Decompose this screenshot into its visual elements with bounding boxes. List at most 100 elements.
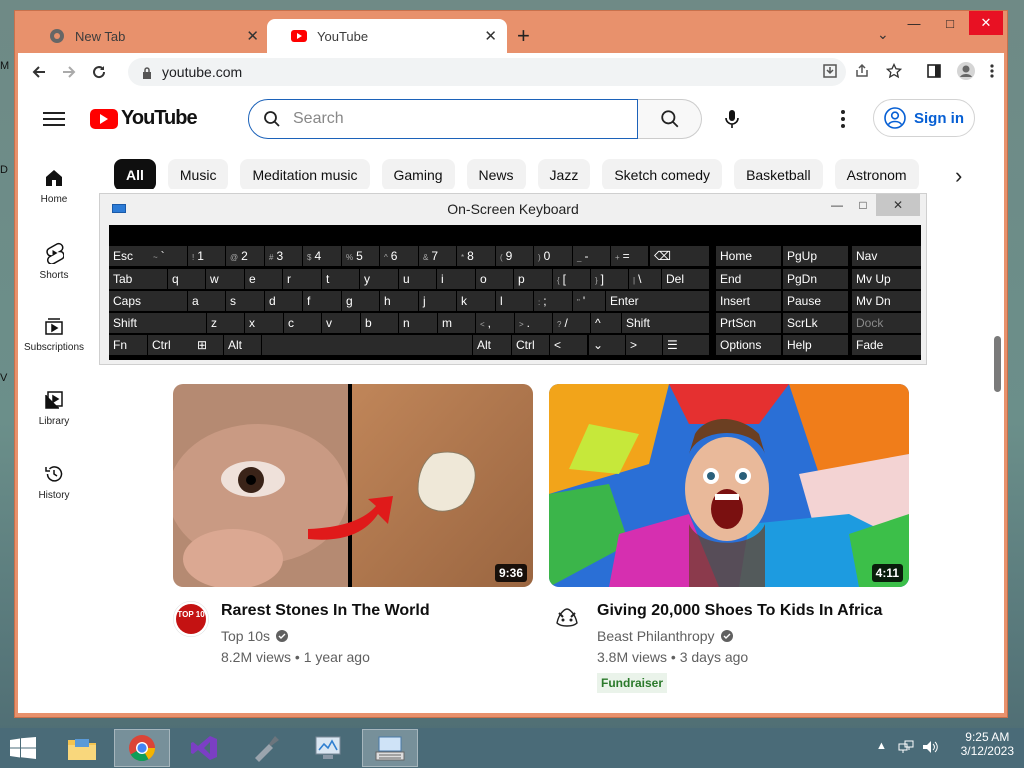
video-title[interactable]: Giving 20,000 Shoes To Kids In Africa <box>597 602 882 620</box>
osk-key[interactable]: Pause <box>783 291 848 311</box>
osk-key[interactable]: k <box>457 291 495 311</box>
osk-key[interactable]: * 8 <box>457 246 495 266</box>
osk-key[interactable]: j <box>419 291 456 311</box>
osk-key[interactable]: >. <box>515 313 552 333</box>
forward-icon[interactable] <box>54 57 84 87</box>
osk-key[interactable] <box>262 335 472 355</box>
osk-key[interactable]: $4 <box>303 246 341 266</box>
osk-key[interactable]: | \ <box>629 269 661 289</box>
osk-key[interactable]: Insert <box>716 291 781 311</box>
osk-key[interactable]: Home <box>716 246 781 266</box>
osk-key[interactable]: PgDn <box>783 269 848 289</box>
volume-icon[interactable] <box>922 740 938 757</box>
osk-key[interactable]: <, <box>476 313 514 333</box>
osk-key[interactable]: p <box>514 269 552 289</box>
osk-key[interactable]: ^ <box>591 313 621 333</box>
osk-key[interactable]: Esc <box>109 246 149 266</box>
video-card[interactable]: 9:36 TOP 10 Rarest Stones In The World T… <box>173 384 533 697</box>
osk-key[interactable]: ^ 6 <box>380 246 418 266</box>
channel-avatar[interactable]: TOP 10 <box>173 601 209 637</box>
osk-key[interactable]: ~ ` <box>149 246 187 266</box>
osk-key[interactable]: v <box>322 313 360 333</box>
osk-key[interactable]: > <box>626 335 662 355</box>
osk-key[interactable]: End <box>716 269 781 289</box>
osk-key[interactable]: ! 1 <box>188 246 225 266</box>
side-panel-icon[interactable] <box>922 59 946 83</box>
close-tab-icon[interactable]: ✕ <box>246 27 259 45</box>
clock[interactable]: 9:25 AM 3/12/2023 <box>961 730 1014 758</box>
new-tab-button[interactable]: + <box>517 25 530 47</box>
settings-menu-icon[interactable] <box>833 107 853 131</box>
control-panel-icon[interactable] <box>300 729 356 767</box>
on-screen-keyboard-icon[interactable] <box>362 729 418 767</box>
osk-key[interactable]: }] <box>591 269 628 289</box>
osk-key[interactable]: :; <box>534 291 572 311</box>
search-box[interactable] <box>248 99 638 139</box>
osk-key[interactable]: ScrLk <box>783 313 848 333</box>
osk-key[interactable]: e <box>245 269 282 289</box>
osk-key[interactable]: a <box>188 291 225 311</box>
channel-name[interactable]: Beast Philanthropy <box>597 628 733 644</box>
guide-item-history[interactable]: History <box>18 447 90 521</box>
chrome-icon[interactable] <box>114 729 170 767</box>
guide-item-home[interactable]: Home <box>18 151 90 225</box>
osk-key[interactable]: PrtScn <box>716 313 781 333</box>
osk-key[interactable]: z <box>207 313 244 333</box>
osk-key[interactable]: & 7 <box>419 246 456 266</box>
osk-key[interactable]: ⌫ <box>650 246 709 266</box>
chip-gaming[interactable]: Gaming <box>381 159 455 189</box>
visual-studio-icon[interactable] <box>176 729 232 767</box>
video-thumbnail[interactable]: 9:36 <box>173 384 533 587</box>
video-card[interactable]: 4:11 Giving 20,000 Shoes To Kids In Afri… <box>549 384 909 697</box>
osk-key[interactable]: Options <box>716 335 781 355</box>
chip-all[interactable]: All <box>114 159 156 189</box>
chrome-menu-icon[interactable] <box>980 59 1004 83</box>
osk-key[interactable]: o <box>476 269 513 289</box>
osk-key[interactable]: _ - <box>573 246 610 266</box>
osk-key[interactable]: s <box>226 291 264 311</box>
osk-key[interactable]: w <box>206 269 244 289</box>
osk-key[interactable]: Alt <box>224 335 261 355</box>
chip-astronomy[interactable]: Astronom <box>834 159 919 189</box>
tab-search-button[interactable]: ⌄ <box>877 26 889 43</box>
bookmark-star-icon[interactable] <box>882 59 906 83</box>
osk-key[interactable]: Fn <box>109 335 147 355</box>
close-window-button[interactable]: ✕ <box>969 11 1003 35</box>
osk-key[interactable]: l <box>496 291 533 311</box>
chip-music[interactable]: Music <box>167 159 229 189</box>
osk-key[interactable]: (9 <box>496 246 533 266</box>
osk-key[interactable]: ? / <box>553 313 590 333</box>
osk-key[interactable]: y <box>360 269 398 289</box>
osk-key[interactable]: ⊞ <box>193 335 223 355</box>
osk-key[interactable]: h <box>380 291 418 311</box>
osk-key[interactable]: r <box>283 269 321 289</box>
osk-key[interactable]: @2 <box>226 246 264 266</box>
guide-item-shorts[interactable]: Shorts <box>18 225 90 299</box>
youtube-logo[interactable]: YouTube <box>90 107 198 130</box>
osk-key[interactable]: g <box>342 291 379 311</box>
osk-key[interactable]: Mv Dn <box>852 291 921 311</box>
osk-key[interactable]: d <box>265 291 302 311</box>
osk-key[interactable]: Ctrl <box>512 335 549 355</box>
osk-key[interactable]: % 5 <box>342 246 379 266</box>
install-app-icon[interactable] <box>818 59 842 83</box>
osk-key[interactable]: u <box>399 269 436 289</box>
chip-sketch-comedy[interactable]: Sketch comedy <box>602 159 723 189</box>
osk-key[interactable]: Mv Up <box>852 269 921 289</box>
page-scrollbar[interactable] <box>994 336 1001 392</box>
file-explorer-icon[interactable] <box>54 729 110 767</box>
osk-key[interactable]: Fade <box>852 335 921 355</box>
chip-meditation-music[interactable]: Meditation music <box>240 159 370 189</box>
osk-key[interactable]: " ' <box>573 291 605 311</box>
chip-basketball[interactable]: Basketball <box>734 159 823 189</box>
osk-key[interactable]: n <box>399 313 437 333</box>
osk-key[interactable]: m <box>438 313 475 333</box>
guide-item-subscriptions[interactable]: Subscriptions <box>18 299 90 373</box>
osk-key[interactable]: Caps <box>109 291 187 311</box>
osk-key[interactable]: Help <box>783 335 848 355</box>
osk-key[interactable]: {[ <box>553 269 590 289</box>
osk-key[interactable]: t <box>322 269 359 289</box>
chip-jazz[interactable]: Jazz <box>537 159 591 189</box>
osk-key[interactable]: Tab <box>109 269 167 289</box>
hamburger-menu-icon[interactable] <box>43 108 65 130</box>
